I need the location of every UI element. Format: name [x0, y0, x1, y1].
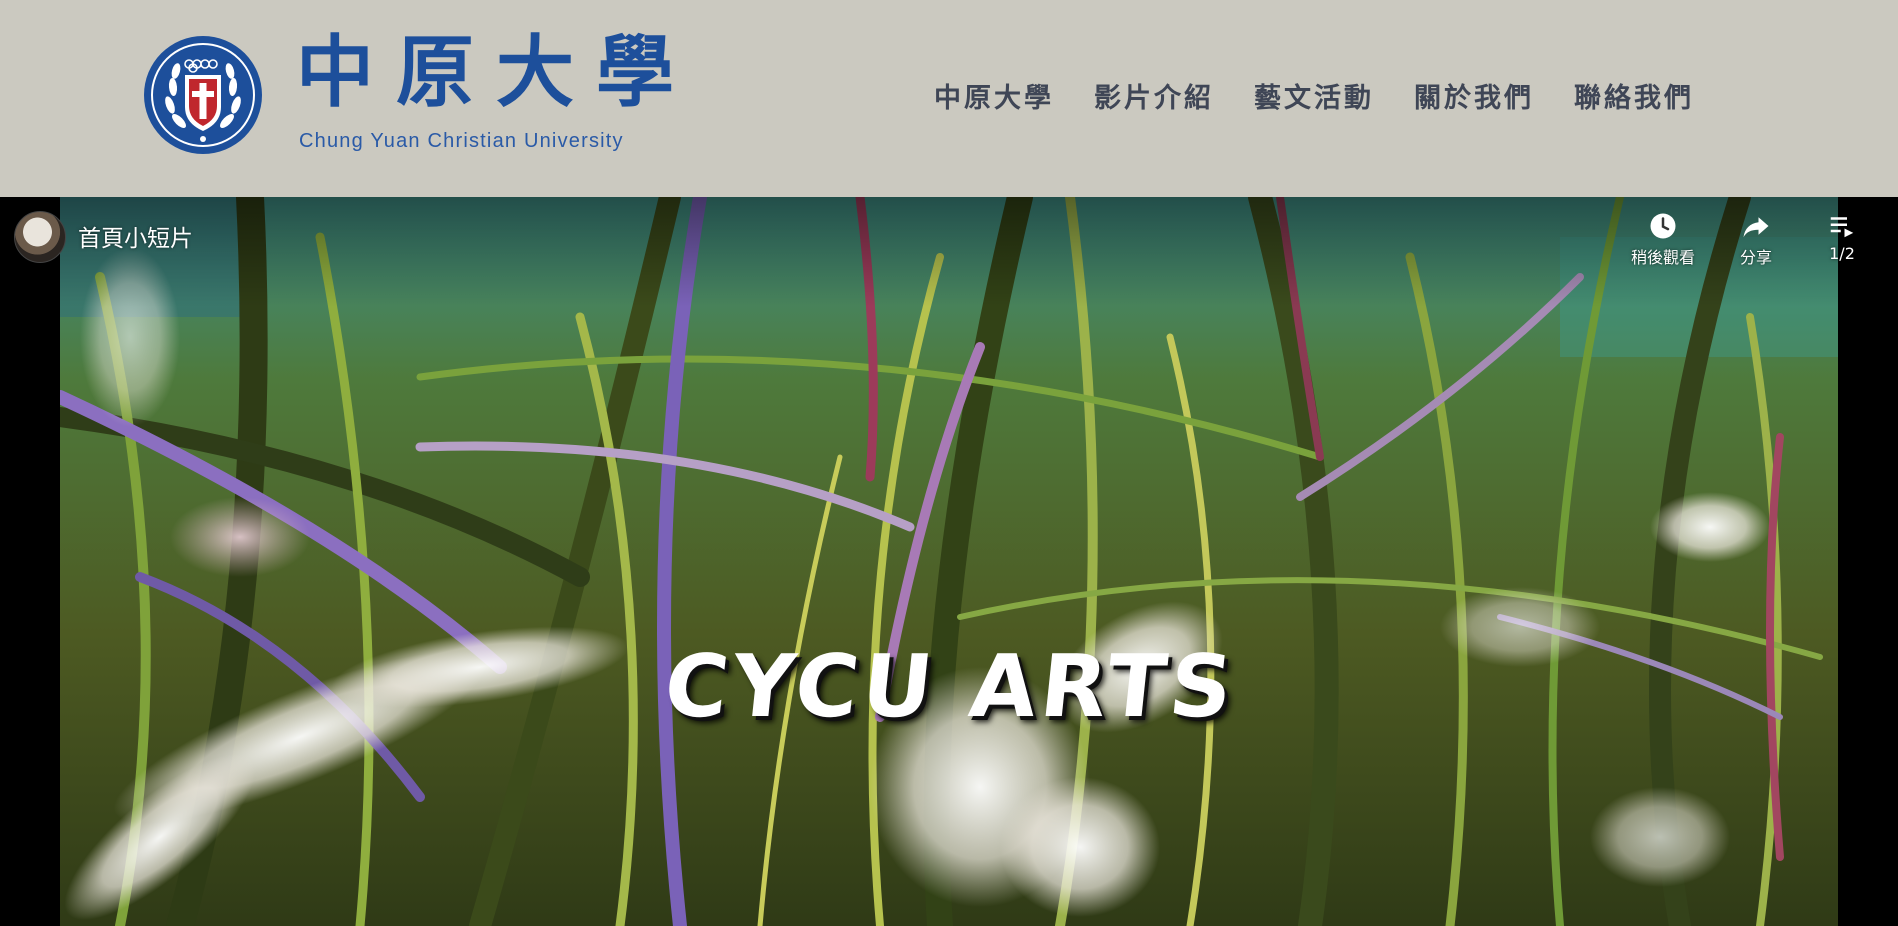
- share-label: 分享: [1740, 248, 1773, 267]
- clock-icon: [1650, 213, 1676, 239]
- video-overlay-title: CYCU ARTS: [659, 637, 1241, 737]
- nav-item-contact[interactable]: 聯絡我們: [1574, 76, 1694, 115]
- nav-item-about[interactable]: 關於我們: [1414, 76, 1534, 115]
- watch-later-label: 稍後觀看: [1631, 248, 1696, 267]
- university-name-english[interactable]: Chung Yuan Christian University: [299, 130, 624, 153]
- university-name-chinese[interactable]: 中原大學: [296, 28, 696, 118]
- grass-video-still: [60, 197, 1838, 926]
- video-frame[interactable]: [60, 197, 1838, 926]
- playlist-position: 1/2: [1829, 244, 1855, 263]
- watch-later-button[interactable]: 稍後觀看: [1631, 211, 1695, 268]
- video-title[interactable]: 首頁小短片: [78, 219, 193, 253]
- playlist-icon: [1830, 217, 1854, 238]
- site-header: 中原大學 Chung Yuan Christian University 中原大…: [0, 0, 1898, 197]
- video-player[interactable]: 首頁小短片 稍後觀看 分享 1/2 CYCU ARTS: [0, 197, 1898, 926]
- nav-item-arts-events[interactable]: 藝文活動: [1254, 76, 1374, 115]
- playlist-button[interactable]: 1/2: [1827, 211, 1857, 263]
- share-icon: [1743, 217, 1769, 238]
- nav-item-cycu[interactable]: 中原大學: [934, 76, 1054, 115]
- university-emblem-logo[interactable]: [143, 35, 263, 155]
- channel-avatar[interactable]: [14, 211, 66, 263]
- main-nav: 中原大學 影片介紹 藝文活動 關於我們 聯絡我們: [934, 76, 1694, 115]
- nav-item-videos[interactable]: 影片介紹: [1094, 76, 1214, 115]
- share-button[interactable]: 分享: [1740, 211, 1772, 268]
